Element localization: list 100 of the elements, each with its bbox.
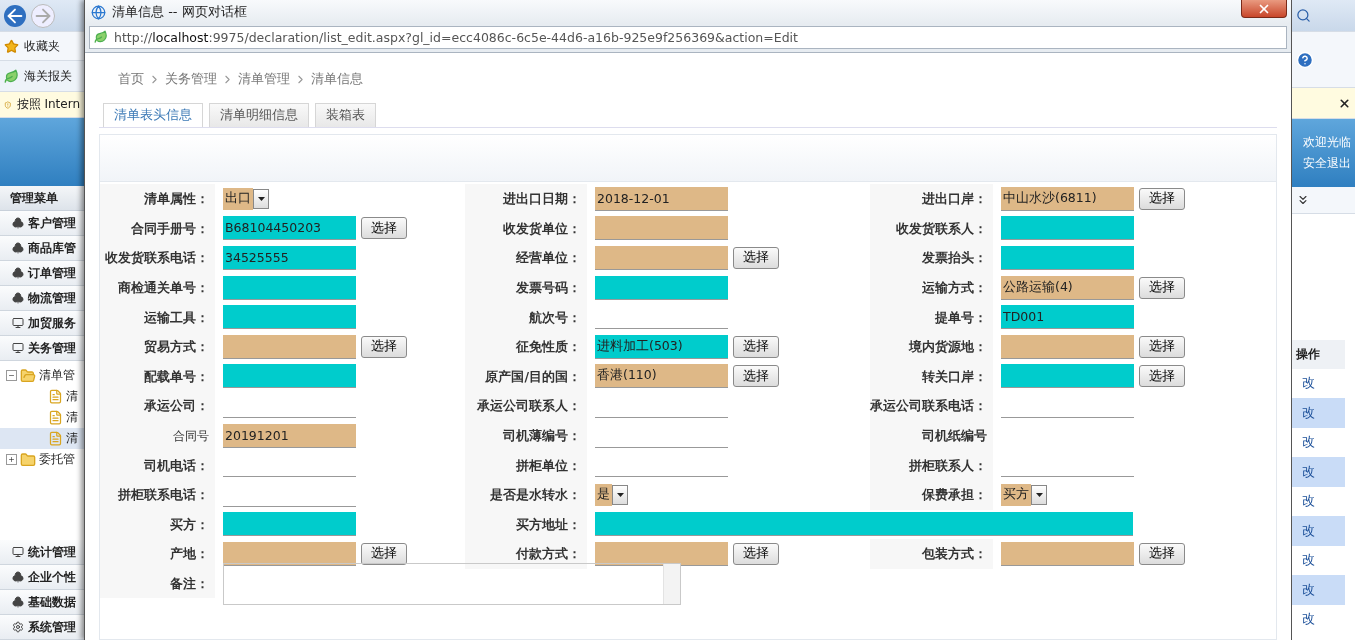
select-button[interactable]: 选择 — [1139, 276, 1185, 299]
back-button[interactable] — [4, 4, 26, 27]
text-area[interactable] — [223, 562, 681, 605]
input-field[interactable]: 公路运输(4) — [1001, 275, 1134, 300]
input-field[interactable] — [223, 541, 356, 566]
menu-item[interactable]: 系统管理 — [0, 615, 84, 640]
edit-link[interactable]: 改 — [1302, 580, 1315, 599]
help-icon[interactable] — [1296, 50, 1314, 69]
tree-item[interactable]: 清单管 — [39, 367, 75, 384]
tree-item[interactable]: 清 — [0, 428, 84, 449]
input-field[interactable]: 20191201 — [223, 423, 356, 448]
input-field[interactable]: 2018-12-01 — [595, 186, 728, 211]
forward-button[interactable] — [31, 3, 55, 28]
select-value[interactable]: 买方 — [1001, 483, 1031, 506]
input-field[interactable]: 中山水沙(6811) — [1001, 186, 1134, 211]
edit-link[interactable]: 改 — [1302, 492, 1315, 511]
input-field[interactable] — [1001, 246, 1134, 270]
caret-icon — [257, 196, 265, 201]
breadcrumb-link[interactable]: 清单管理 — [238, 70, 290, 88]
menu-item[interactable]: 加贸服务 — [0, 311, 84, 336]
select-button[interactable]: 选择 — [1139, 335, 1185, 358]
monitor-icon — [12, 546, 24, 558]
star-icon — [4, 38, 19, 54]
field-label: 境内货源地： — [870, 331, 993, 362]
dropdown-button[interactable] — [1031, 484, 1047, 505]
input-field[interactable] — [595, 216, 728, 241]
close-button[interactable] — [1241, 0, 1287, 18]
input-field[interactable] — [595, 275, 728, 300]
select-button[interactable]: 选择 — [1139, 187, 1185, 210]
field-label: 合同手册号： — [100, 213, 215, 244]
close-icon[interactable] — [1338, 96, 1351, 110]
tab[interactable]: 清单明细信息 — [209, 103, 309, 127]
input-field[interactable] — [223, 275, 356, 300]
select-button[interactable]: 选择 — [733, 247, 779, 269]
field-label: 拼柜单位： — [465, 450, 587, 480]
toggle-icon[interactable] — [6, 454, 17, 465]
favorites-label[interactable]: 收藏夹 — [24, 37, 60, 55]
input-field[interactable]: 进料加工(503) — [595, 334, 728, 359]
breadcrumb-link[interactable]: 首页 — [118, 70, 144, 88]
input-field[interactable] — [223, 334, 356, 359]
select-button[interactable]: 选择 — [1139, 365, 1185, 388]
breadcrumb-link[interactable]: 关务管理 — [165, 70, 217, 88]
edit-link[interactable]: 改 — [1302, 433, 1315, 452]
field-label: 包装方式： — [870, 539, 993, 569]
menu-item[interactable]: 物流管理 — [0, 286, 84, 311]
field-label: 进出口日期： — [465, 184, 587, 214]
edit-link[interactable]: 改 — [1302, 462, 1315, 481]
input-field[interactable] — [223, 305, 356, 330]
input-field[interactable]: 香港(110) — [595, 364, 728, 389]
input-field[interactable] — [1001, 334, 1134, 359]
edit-link[interactable]: 改 — [1302, 610, 1315, 629]
menu-item[interactable]: 客户管理 — [0, 211, 84, 236]
field-label: 备注： — [100, 568, 215, 599]
input-field[interactable] — [223, 512, 356, 537]
select-button[interactable]: 选择 — [361, 335, 407, 358]
edit-link[interactable]: 改 — [1302, 403, 1315, 422]
menu-item[interactable]: 商品库管 — [0, 236, 84, 261]
input-field[interactable] — [1001, 216, 1134, 241]
tree-item[interactable]: 委托管 — [39, 451, 75, 468]
input-field[interactable]: B68104450203 — [223, 216, 356, 241]
caret-icon — [616, 492, 624, 497]
select-button[interactable]: 选择 — [1139, 542, 1185, 565]
logout-link[interactable]: 安全退出 — [1303, 155, 1351, 172]
input-field[interactable] — [223, 364, 356, 389]
input-field[interactable]: TD001 — [1001, 305, 1134, 330]
tree-item[interactable]: 清 — [0, 386, 84, 407]
input-field[interactable] — [1001, 364, 1134, 389]
select-button[interactable]: 选择 — [361, 542, 407, 565]
select-button[interactable]: 选择 — [361, 217, 407, 240]
tree-item[interactable]: 清 — [0, 407, 84, 428]
select-button[interactable]: 选择 — [733, 542, 779, 565]
menu-item[interactable]: 企业个性 — [0, 565, 84, 590]
tab[interactable]: 清单表头信息 — [103, 103, 203, 127]
input-field[interactable] — [595, 512, 1133, 537]
edit-link[interactable]: 改 — [1302, 551, 1315, 570]
edit-link[interactable]: 改 — [1302, 521, 1315, 540]
select-button[interactable]: 选择 — [733, 365, 779, 388]
select-value[interactable]: 出口 — [223, 187, 253, 210]
address-field[interactable]: http://localhost:9975/declaration/list_edit.aspx?gl_id=ecc4086c-6c5e-44d6-a16b-925e9f256369&action=Edit — [89, 25, 1287, 49]
menu-item[interactable]: 统计管理 — [0, 540, 84, 565]
tab[interactable]: 装箱表 — [315, 103, 376, 127]
dropdown-button[interactable] — [612, 484, 628, 505]
search-icon[interactable] — [1296, 8, 1311, 23]
menu-item[interactable]: 关务管理 — [0, 336, 84, 361]
menu-item[interactable]: 基础数据 — [0, 590, 84, 615]
select-button[interactable]: 选择 — [733, 335, 779, 358]
toggle-icon[interactable] — [6, 370, 17, 381]
input-field[interactable] — [595, 246, 728, 270]
field-label: 司机薄编号： — [465, 420, 587, 451]
input-field[interactable] — [1001, 541, 1134, 566]
input-field[interactable]: 34525555 — [223, 246, 356, 270]
edit-link[interactable]: 改 — [1302, 374, 1315, 393]
file-icon — [48, 410, 63, 425]
input-field[interactable] — [595, 541, 728, 566]
field-label: 买方： — [100, 509, 215, 540]
breadcrumb-link[interactable]: 清单信息 — [311, 70, 363, 88]
chevrons-icon[interactable] — [1296, 193, 1310, 207]
select-value[interactable]: 是 — [595, 483, 612, 506]
menu-item[interactable]: 订单管理 — [0, 261, 84, 286]
dropdown-button[interactable] — [253, 188, 269, 209]
